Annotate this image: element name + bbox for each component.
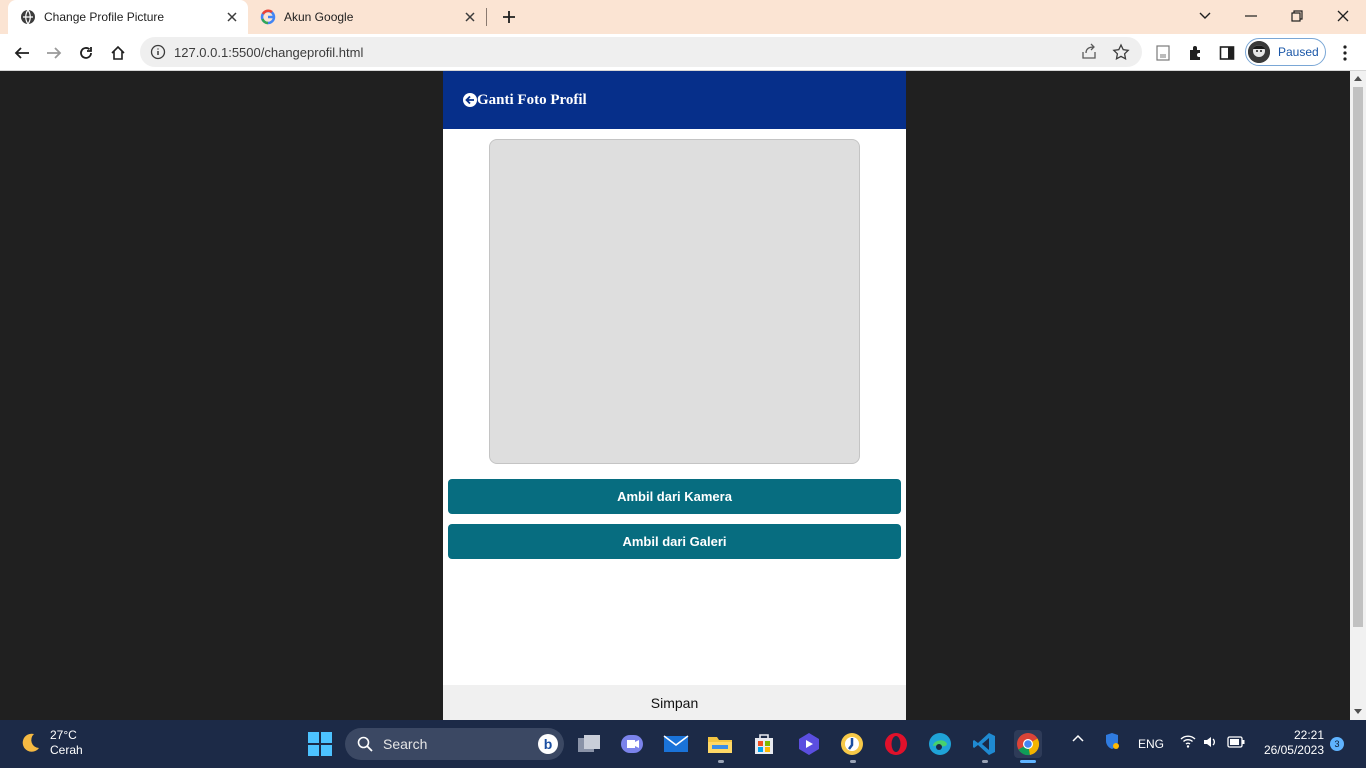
taskbar: 27°C Cerah Search b ENG 22:21 26/05/2023… xyxy=(0,720,1366,768)
task-running-indicator xyxy=(850,760,856,763)
search-placeholder: Search xyxy=(383,736,428,752)
security-shield-icon[interactable] xyxy=(1104,732,1120,750)
menu-kebab-icon[interactable] xyxy=(1332,40,1358,66)
save-button[interactable]: Simpan xyxy=(443,685,906,720)
page-title: Ganti Foto Profil xyxy=(477,91,587,108)
task-active-indicator xyxy=(1020,760,1036,763)
bookmark-star-icon[interactable] xyxy=(1112,43,1130,66)
task-view-icon[interactable] xyxy=(575,730,603,758)
file-explorer-icon[interactable] xyxy=(706,730,734,758)
taskbar-search-box[interactable]: Search b xyxy=(345,728,564,760)
notification-badge[interactable]: 3 xyxy=(1330,737,1344,751)
extensions-icon[interactable] xyxy=(1182,40,1208,66)
close-tab-icon[interactable] xyxy=(462,9,478,25)
task-running-indicator xyxy=(718,760,724,763)
browser-tab-strip: Change Profile Picture Akun Google xyxy=(0,0,1366,34)
teams-chat-icon[interactable] xyxy=(618,730,646,758)
vscode-icon[interactable] xyxy=(970,730,998,758)
search-icon xyxy=(357,736,373,752)
profile-picture-app: Ganti Foto Profil Ambil dari Kamera Ambi… xyxy=(443,71,906,720)
tab-title: Change Profile Picture xyxy=(44,10,165,24)
browser-app-icon[interactable] xyxy=(838,730,866,758)
profile-status-label: Paused xyxy=(1278,45,1319,59)
site-info-icon[interactable] xyxy=(150,44,166,65)
wifi-icon[interactable] xyxy=(1180,734,1196,748)
profile-picture-preview xyxy=(489,139,860,464)
task-running-indicator xyxy=(982,760,988,763)
clock-time: 22:21 xyxy=(1293,728,1324,742)
tab-separator xyxy=(486,8,487,26)
clipchamp-icon[interactable] xyxy=(795,730,823,758)
side-panel-icon[interactable] xyxy=(1214,40,1240,66)
language-indicator[interactable]: ENG xyxy=(1138,737,1164,751)
back-icon[interactable] xyxy=(9,40,35,66)
avatar xyxy=(1248,41,1270,63)
scroll-down-icon[interactable] xyxy=(1354,709,1362,715)
tab-title: Akun Google xyxy=(284,10,354,24)
volume-icon[interactable] xyxy=(1203,735,1217,749)
tab-change-profile-picture[interactable]: Change Profile Picture xyxy=(8,0,248,34)
address-bar[interactable]: 127.0.0.1:5500/changeprofil.html xyxy=(140,37,1142,67)
app-header: Ganti Foto Profil xyxy=(443,71,906,129)
weather-desc: Cerah xyxy=(50,743,83,757)
globe-icon xyxy=(20,9,36,25)
bing-icon[interactable]: b xyxy=(538,734,558,754)
clock-date: 26/05/2023 xyxy=(1263,743,1324,757)
browser-toolbar: 127.0.0.1:5500/changeprofil.html Paused xyxy=(0,34,1366,71)
close-window-icon[interactable] xyxy=(1320,0,1366,32)
chrome-icon[interactable] xyxy=(1014,730,1042,758)
show-hidden-icons-chevron-icon[interactable] xyxy=(1072,734,1084,742)
reload-icon[interactable] xyxy=(73,40,99,66)
scrollbar-thumb[interactable] xyxy=(1353,87,1363,627)
home-icon[interactable] xyxy=(105,40,131,66)
microsoft-store-icon[interactable] xyxy=(750,730,778,758)
restore-icon[interactable] xyxy=(1274,0,1320,32)
page-viewport: Ganti Foto Profil Ambil dari Kamera Ambi… xyxy=(0,71,1350,720)
share-icon[interactable] xyxy=(1080,43,1098,66)
battery-icon[interactable] xyxy=(1227,736,1245,748)
back-arrow-icon[interactable] xyxy=(463,93,477,107)
url-text[interactable]: 127.0.0.1:5500/changeprofil.html xyxy=(174,45,363,60)
page-icon[interactable] xyxy=(1150,40,1176,66)
mail-icon[interactable] xyxy=(662,730,690,758)
new-tab-icon[interactable] xyxy=(498,6,520,28)
scroll-up-icon[interactable] xyxy=(1354,75,1362,81)
windows-start-icon[interactable] xyxy=(308,732,332,756)
page-scrollbar[interactable] xyxy=(1350,71,1366,720)
weather-widget[interactable]: 27°C Cerah xyxy=(18,728,83,758)
take-from-gallery-button[interactable]: Ambil dari Galeri xyxy=(448,524,901,559)
opera-icon[interactable] xyxy=(882,730,910,758)
take-from-camera-button[interactable]: Ambil dari Kamera xyxy=(448,479,901,514)
taskbar-clock[interactable]: 22:21 26/05/2023 xyxy=(1258,728,1324,758)
profile-paused-button[interactable]: Paused xyxy=(1245,38,1326,66)
weather-temp: 27°C xyxy=(50,728,77,742)
google-icon xyxy=(260,9,276,25)
forward-icon[interactable] xyxy=(41,40,67,66)
minimize-icon[interactable] xyxy=(1228,0,1274,32)
tab-search-chevron-icon[interactable] xyxy=(1182,0,1228,32)
close-tab-icon[interactable] xyxy=(224,9,240,25)
tab-akun-google[interactable]: Akun Google xyxy=(252,0,486,34)
moon-weather-icon xyxy=(22,733,39,752)
edge-icon[interactable] xyxy=(926,730,954,758)
